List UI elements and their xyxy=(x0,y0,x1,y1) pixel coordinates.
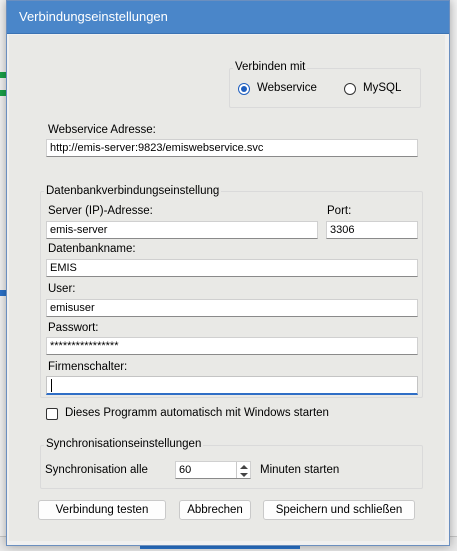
dialog-client-area: Verbinden mit Webservice MySQL Webservic… xyxy=(9,35,445,541)
radio-webservice[interactable] xyxy=(238,83,250,95)
sync-suffix-label: Minuten starten xyxy=(260,464,340,476)
sync-settings-title: Synchronisationseinstellungen xyxy=(44,438,204,450)
autostart-checkbox[interactable] xyxy=(46,408,58,420)
company-switch-input[interactable] xyxy=(46,376,418,395)
test-connection-button[interactable]: Verbindung testen xyxy=(38,500,166,520)
password-input[interactable]: **************** xyxy=(46,337,418,355)
dbname-label: Datenbankname: xyxy=(48,243,136,255)
spinner-down-icon[interactable] xyxy=(240,473,248,477)
sync-interval-spinner[interactable] xyxy=(236,462,250,478)
sync-interval-input[interactable]: 60 xyxy=(175,461,251,479)
user-label: User: xyxy=(48,283,76,295)
connect-with-title: Verbinden mit xyxy=(233,61,308,73)
user-input[interactable]: emisuser xyxy=(46,299,418,317)
cancel-button[interactable]: Abbrechen xyxy=(179,500,251,520)
autostart-label[interactable]: Dieses Programm automatisch mit Windows … xyxy=(65,407,329,419)
radio-mysql[interactable] xyxy=(344,83,356,95)
webservice-address-label: Webservice Adresse: xyxy=(48,124,156,136)
save-and-close-button[interactable]: Speichern und schließen xyxy=(263,500,415,520)
dialog-title[interactable]: Verbindungseinstellungen xyxy=(7,1,449,34)
company-switch-label: Firmenschalter: xyxy=(48,361,128,373)
sync-interval-value: 60 xyxy=(179,464,192,476)
sync-prefix-label: Synchronisation alle xyxy=(45,464,148,476)
dbname-input[interactable]: EMIS xyxy=(46,259,418,277)
server-label: Server (IP)-Adresse: xyxy=(48,205,153,217)
port-label: Port: xyxy=(327,205,352,217)
db-settings-title: Datenbankverbindungseinstellung xyxy=(44,185,222,197)
spinner-up-icon[interactable] xyxy=(240,465,248,469)
radio-webservice-label[interactable]: Webservice xyxy=(257,82,317,94)
text-caret xyxy=(51,379,52,392)
webservice-address-input[interactable]: http://emis-server:9823/emiswebservice.s… xyxy=(46,139,418,157)
connection-settings-dialog: Verbindungseinstellungen Verbinden mit W… xyxy=(6,0,450,546)
radio-mysql-label[interactable]: MySQL xyxy=(363,82,401,94)
password-label: Passwort: xyxy=(48,322,99,334)
server-input[interactable]: emis-server xyxy=(46,221,318,239)
port-input[interactable]: 3306 xyxy=(326,221,418,239)
